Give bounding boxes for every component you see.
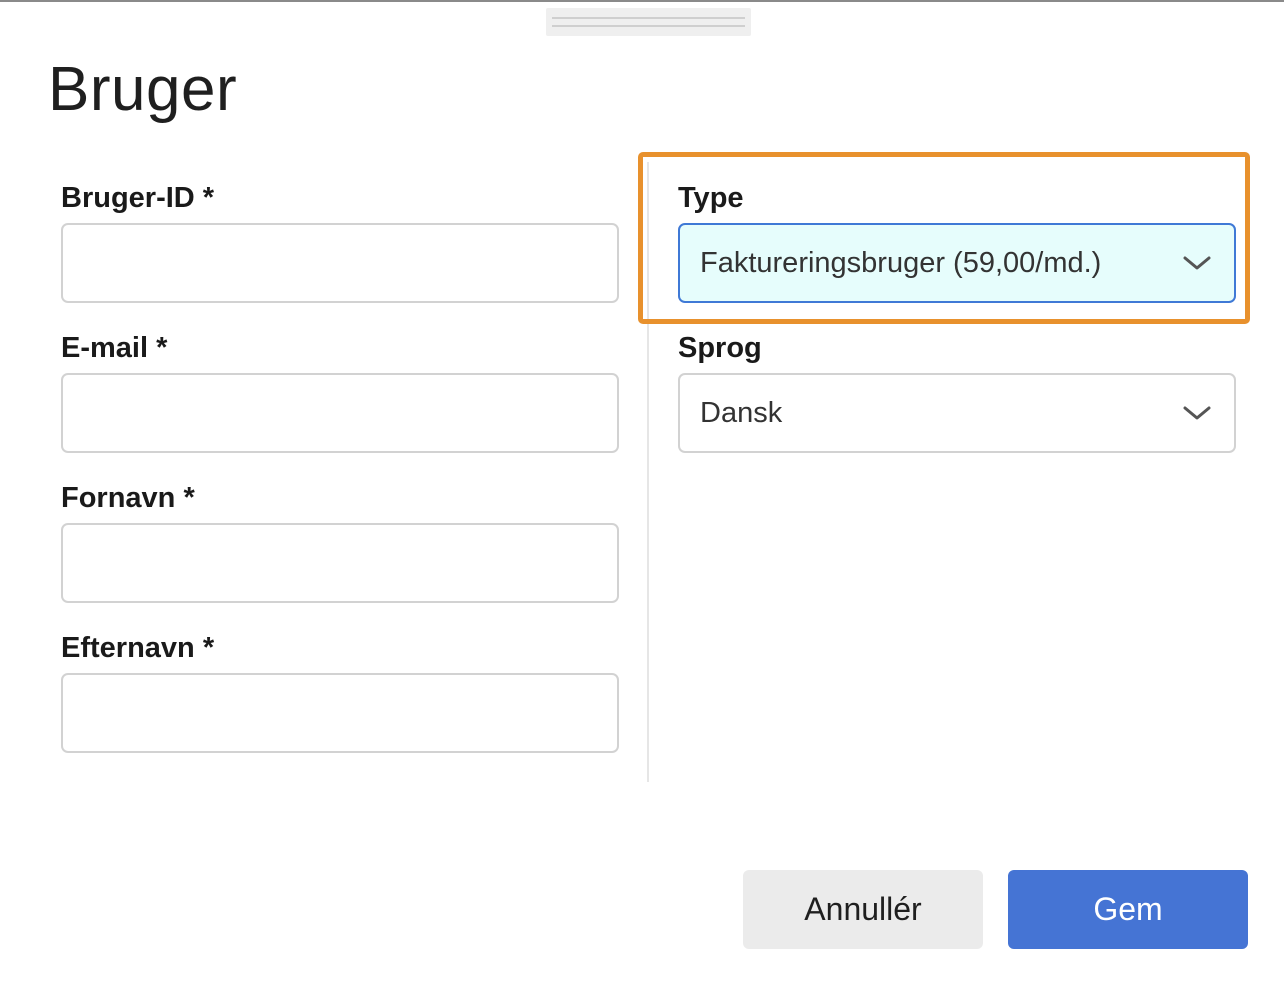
first-name-input[interactable]	[61, 523, 619, 603]
last-name-label: Efternavn *	[61, 632, 215, 664]
type-label: Type	[678, 182, 744, 214]
first-name-label: Fornavn *	[61, 482, 195, 514]
drag-handle-line	[552, 17, 745, 19]
cancel-button[interactable]: Annullér	[743, 870, 983, 949]
last-name-input[interactable]	[61, 673, 619, 753]
chevron-down-icon	[1180, 246, 1214, 280]
email-label: E-mail *	[61, 332, 168, 364]
save-button[interactable]: Gem	[1008, 870, 1248, 949]
language-select-value: Dansk	[700, 396, 783, 429]
user-id-input[interactable]	[61, 223, 619, 303]
dialog-title: Bruger	[48, 55, 238, 124]
user-dialog: Bruger Bruger-ID * E-mail * Fornavn * Ef…	[0, 0, 1284, 991]
type-select-value: Faktureringsbruger (59,00/md.)	[700, 246, 1102, 279]
user-id-label: Bruger-ID *	[61, 182, 215, 214]
drag-handle-line	[552, 25, 745, 27]
chevron-down-icon	[1180, 396, 1214, 430]
type-select[interactable]: Faktureringsbruger (59,00/md.)	[678, 223, 1236, 303]
email-input[interactable]	[61, 373, 619, 453]
drag-handle[interactable]	[546, 8, 751, 36]
language-label: Sprog	[678, 332, 762, 364]
language-select[interactable]: Dansk	[678, 373, 1236, 453]
